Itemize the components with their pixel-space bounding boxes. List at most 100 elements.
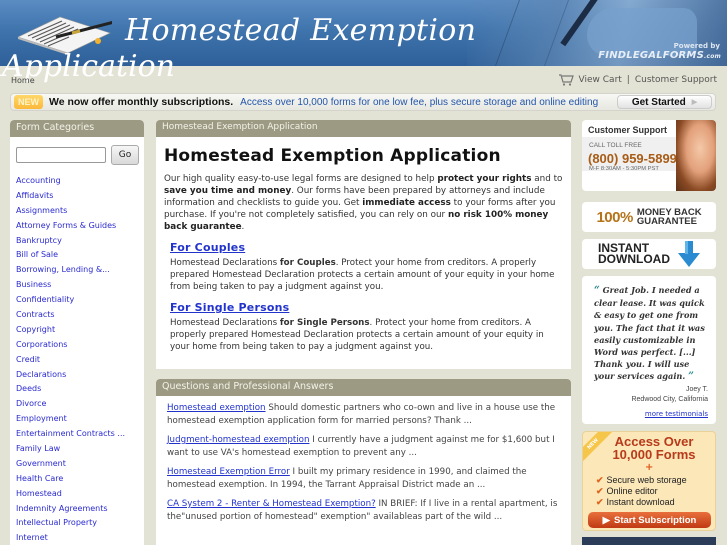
category-link[interactable]: Confidentiality <box>16 295 74 304</box>
sidebar: Form Categories Go Accounting Affidavits A… <box>10 120 144 545</box>
category-link[interactable]: Copyright <box>16 325 55 334</box>
category-link[interactable]: Corporations <box>16 340 67 349</box>
checkmark-icon: ✔ <box>596 486 604 496</box>
qa-header: Questions and Professional Answers <box>156 379 571 396</box>
category-item: Assignments <box>16 204 144 219</box>
right-column: Customer Support CALL TOLL FREE (800) 95… <box>582 120 716 545</box>
category-item: Health Care <box>16 472 144 487</box>
call-toll-free-label: CALL TOLL FREE <box>589 142 642 149</box>
instant-download-box: INSTANT DOWNLOAD <box>582 239 716 269</box>
category-item: Internet <box>16 531 144 545</box>
subscription-feature: ✔ Secure web storage <box>596 475 687 485</box>
cart-icon[interactable] <box>558 74 574 86</box>
category-link[interactable]: Health Care <box>16 474 63 483</box>
view-cart-link[interactable]: View Cart <box>579 75 622 85</box>
customer-support-link[interactable]: Customer Support <box>635 75 717 85</box>
category-item: Credit <box>16 353 144 368</box>
get-started-button[interactable]: Get Started ▶ <box>617 95 712 109</box>
qa-question-link[interactable]: CA System 2 - Renter & Homestead Exempti… <box>167 499 376 509</box>
intro-text: Our high quality easy-to-use legal forms… <box>164 174 563 232</box>
subscription-feature: ✔ Online editor <box>596 486 658 496</box>
bottom-banner <box>582 537 716 545</box>
qa-question-link[interactable]: Homestead exemption <box>167 403 266 413</box>
open-quote-icon: “ <box>594 285 600 296</box>
category-link[interactable]: Bankruptcy <box>16 236 62 245</box>
category-link[interactable]: Indemnity Agreements <box>16 504 108 513</box>
customer-support-box[interactable]: Customer Support CALL TOLL FREE (800) 95… <box>582 120 716 191</box>
powered-by-label: Powered by <box>673 42 720 50</box>
testimonial-author: Joey T. <box>685 385 708 393</box>
category-link[interactable]: Business <box>16 280 51 289</box>
qa-panel: Questions and Professional Answers Homes… <box>156 379 571 545</box>
category-list: Accounting Affidavits Assignments Attorney … <box>10 165 144 545</box>
category-link[interactable]: Employment <box>16 414 67 423</box>
category-link[interactable]: Borrowing, Lending &... <box>16 265 110 274</box>
category-link[interactable]: Accounting <box>16 176 61 185</box>
category-link[interactable]: Assignments <box>16 206 67 215</box>
category-link[interactable]: Intellectual Property <box>16 518 97 527</box>
category-link[interactable]: Credit <box>16 355 40 364</box>
plus-icon: + <box>645 462 654 473</box>
category-item: Affidavits <box>16 189 144 204</box>
category-link[interactable]: Internet <box>16 533 48 542</box>
form-categories-header: Form Categories <box>10 120 144 137</box>
category-item: Bill of Sale <box>16 248 144 263</box>
category-link[interactable]: Government <box>16 459 66 468</box>
start-subscription-button[interactable]: ▶ Start Subscription <box>588 512 711 528</box>
findlegalforms-logo[interactable]: FINDLEGALFORMS.com <box>598 50 721 61</box>
category-item: Government <box>16 457 144 472</box>
category-link[interactable]: Homestead <box>16 489 62 498</box>
form-info-panel: Homestead Exemption Application Homestea… <box>156 120 571 369</box>
play-arrow-icon: ▶ <box>602 514 610 526</box>
category-link[interactable]: Attorney Forms & Guides <box>16 221 116 230</box>
instant-download-text: INSTANT DOWNLOAD <box>598 241 670 266</box>
breadcrumb-home[interactable]: Home <box>11 76 35 85</box>
category-item: Attorney Forms & Guides <box>16 219 144 234</box>
go-button[interactable]: Go <box>111 145 139 165</box>
subscription-box: NEW Access Over 10,000 Forms + ✔ Secure we… <box>582 431 716 531</box>
money-back-percent: 100% <box>596 208 633 226</box>
promo-headline: We now offer monthly subscriptions. <box>49 96 234 108</box>
category-link[interactable]: Bill of Sale <box>16 250 58 259</box>
get-started-label: Get Started <box>631 96 686 108</box>
top-links: View Cart | Customer Support <box>558 74 717 86</box>
category-item: Confidentiality <box>16 293 144 308</box>
category-item: Borrowing, Lending &... <box>16 263 144 278</box>
category-link[interactable]: Deeds <box>16 384 41 393</box>
qa-item: Homestead exemption Should domestic part… <box>167 402 565 427</box>
for-single-persons-link[interactable]: For Single Persons <box>170 301 289 314</box>
phone-number: (800) 959-5899 <box>588 151 677 166</box>
category-item: Homestead <box>16 487 144 502</box>
category-item: Accounting <box>16 174 144 189</box>
category-link[interactable]: Entertainment Contracts ... <box>16 429 125 438</box>
more-testimonials-link[interactable]: more testimonials <box>594 410 708 418</box>
testimonial-box: “ Great Job. I needed a clear lease. It … <box>582 276 716 424</box>
for-couples-link[interactable]: For Couples <box>170 241 245 254</box>
main-content: Homestead Exemption Application Homestea… <box>156 120 571 545</box>
qa-list: Homestead exemption Should domestic part… <box>156 396 571 523</box>
new-badge: NEW <box>14 95 43 109</box>
qa-question-link[interactable]: Judgment-homestead exemption <box>167 435 310 445</box>
money-back-text: MONEY BACK GUARANTEE <box>636 207 702 227</box>
category-search-input[interactable] <box>16 147 106 163</box>
category-link[interactable]: Divorce <box>16 399 46 408</box>
form-option-single: For Single Persons Homestead Declaration… <box>156 293 571 353</box>
subscription-headline: Access Over 10,000 Forms <box>612 434 696 462</box>
form-option-description: Homestead Declarations for Couples. Prot… <box>170 258 555 292</box>
form-option-couples: For Couples Homestead Declarations for C… <box>156 233 571 293</box>
category-item: Entertainment Contracts ... <box>16 427 144 442</box>
category-item: Deeds <box>16 382 144 397</box>
testimonial-quote: “ Great Job. I needed a clear lease. It … <box>594 285 705 383</box>
category-item: Contracts <box>16 308 144 323</box>
category-item: Divorce <box>16 397 144 412</box>
subscription-feature: ✔ Instant download <box>596 497 675 507</box>
category-link[interactable]: Family Law <box>16 444 60 453</box>
site-title: Homestead Exemption <box>125 13 477 48</box>
category-link[interactable]: Affidavits <box>16 191 53 200</box>
category-item: Copyright <box>16 323 144 338</box>
category-link[interactable]: Contracts <box>16 310 55 319</box>
category-item: Employment <box>16 412 144 427</box>
qa-question-link[interactable]: Homestead Exemption Error <box>167 467 290 477</box>
money-back-guarantee-box: 100% MONEY BACK GUARANTEE <box>582 202 716 232</box>
category-link[interactable]: Declarations <box>16 370 66 379</box>
